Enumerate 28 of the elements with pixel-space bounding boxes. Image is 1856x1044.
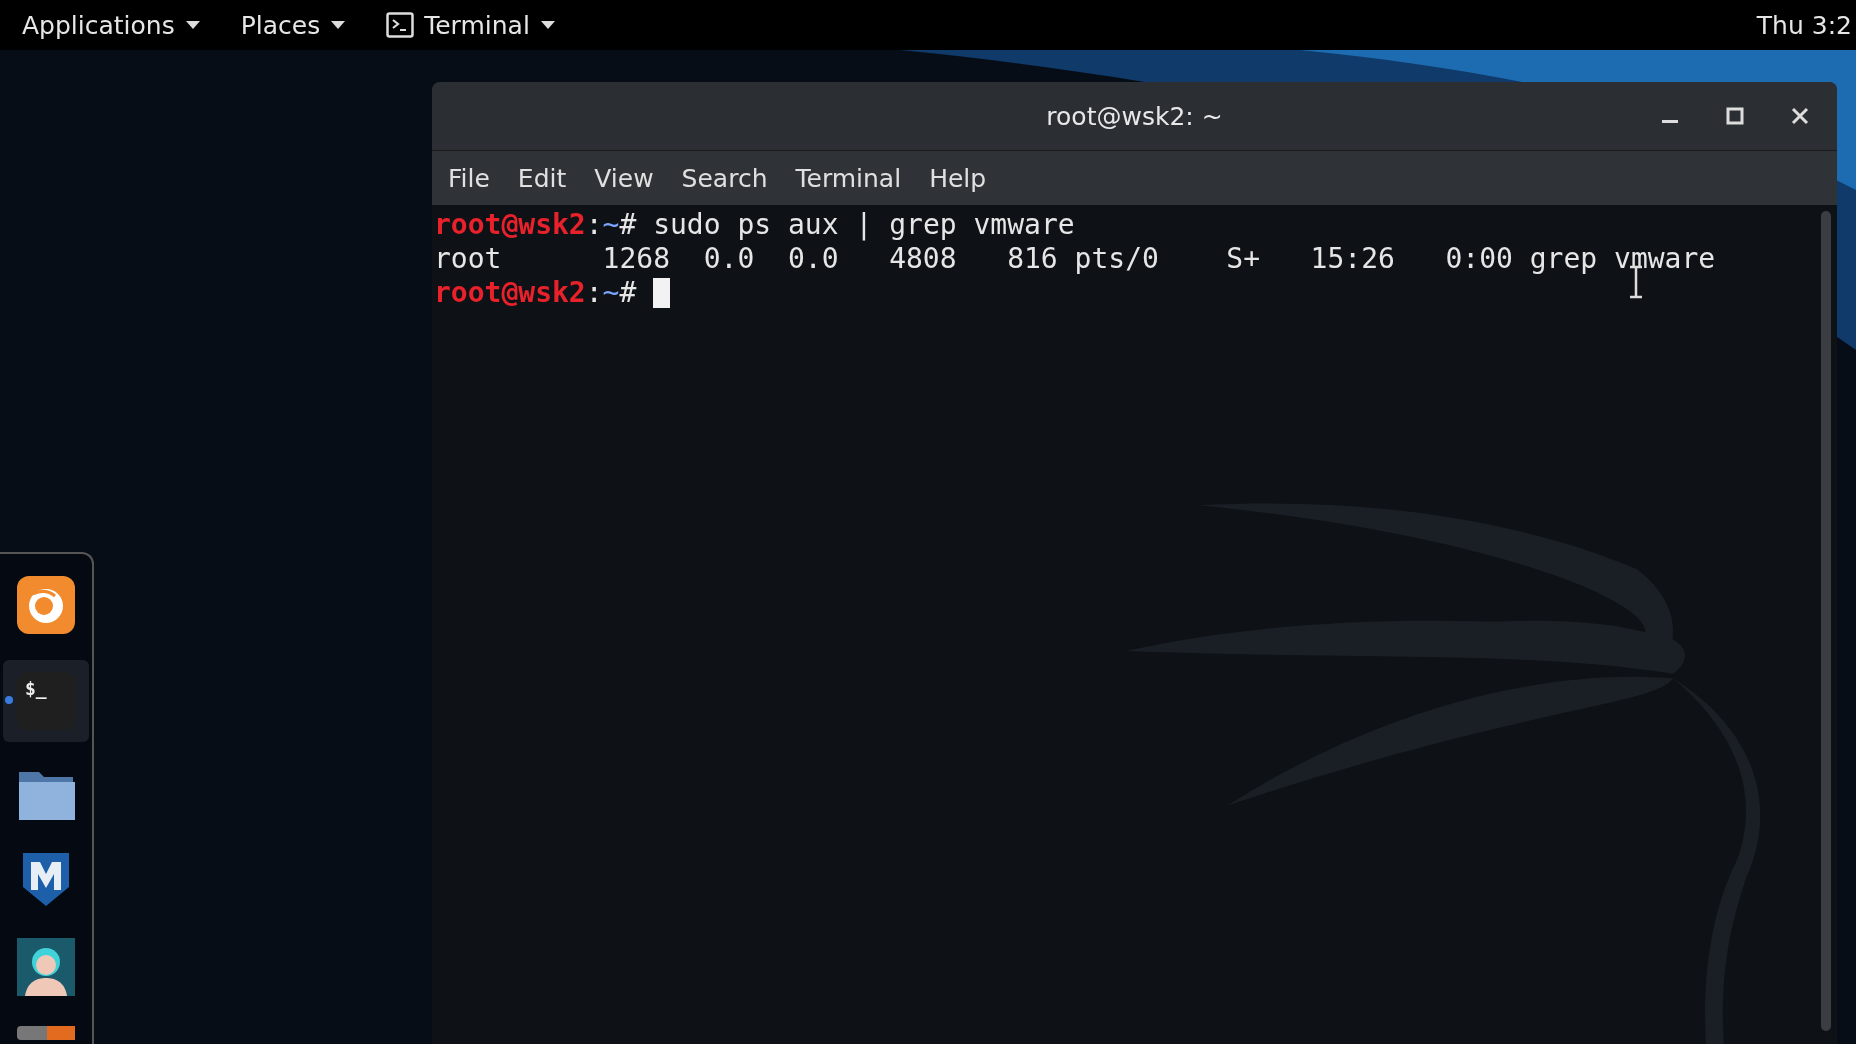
- app-icon: [17, 1026, 75, 1040]
- window-title: root@wsk2: ~: [1046, 101, 1223, 131]
- command-output: root 1268 0.0 0.0 4808 816 pts/0 S+ 15:26 0:00 grep vmware: [434, 242, 1716, 276]
- prompt: root@wsk2:~#: [434, 276, 638, 310]
- caret-icon: [330, 20, 347, 30]
- menu-item[interactable]: Edit: [503, 157, 581, 199]
- menu-item[interactable]: Search: [667, 157, 782, 199]
- terminal-app-icon: $_: [17, 672, 75, 730]
- menu-item[interactable]: View: [580, 157, 668, 199]
- dock-item[interactable]: $_: [3, 660, 89, 742]
- avatar-icon: [17, 938, 75, 996]
- prompt: root@wsk2:~#: [434, 208, 638, 242]
- command: sudo ps aux | grep vmware: [653, 208, 1075, 242]
- menu-item[interactable]: File: [434, 157, 504, 199]
- shield-icon: [21, 850, 71, 908]
- top-menu[interactable]: Terminal: [386, 10, 556, 40]
- scrollbar[interactable]: [1821, 211, 1831, 1031]
- menu-item[interactable]: Help: [915, 157, 1001, 199]
- browser-icon: [17, 576, 75, 634]
- clock: Thu 3:2: [1756, 10, 1853, 40]
- terminal-icon: [386, 12, 415, 38]
- close-icon[interactable]: [1789, 105, 1811, 127]
- menu-item[interactable]: Terminal: [781, 157, 916, 199]
- caret-icon: [184, 20, 201, 30]
- top-menu[interactable]: Places: [240, 10, 347, 40]
- caret-icon: [539, 20, 556, 30]
- maximize-icon[interactable]: [1724, 105, 1746, 127]
- top-menu[interactable]: Applications: [22, 10, 201, 40]
